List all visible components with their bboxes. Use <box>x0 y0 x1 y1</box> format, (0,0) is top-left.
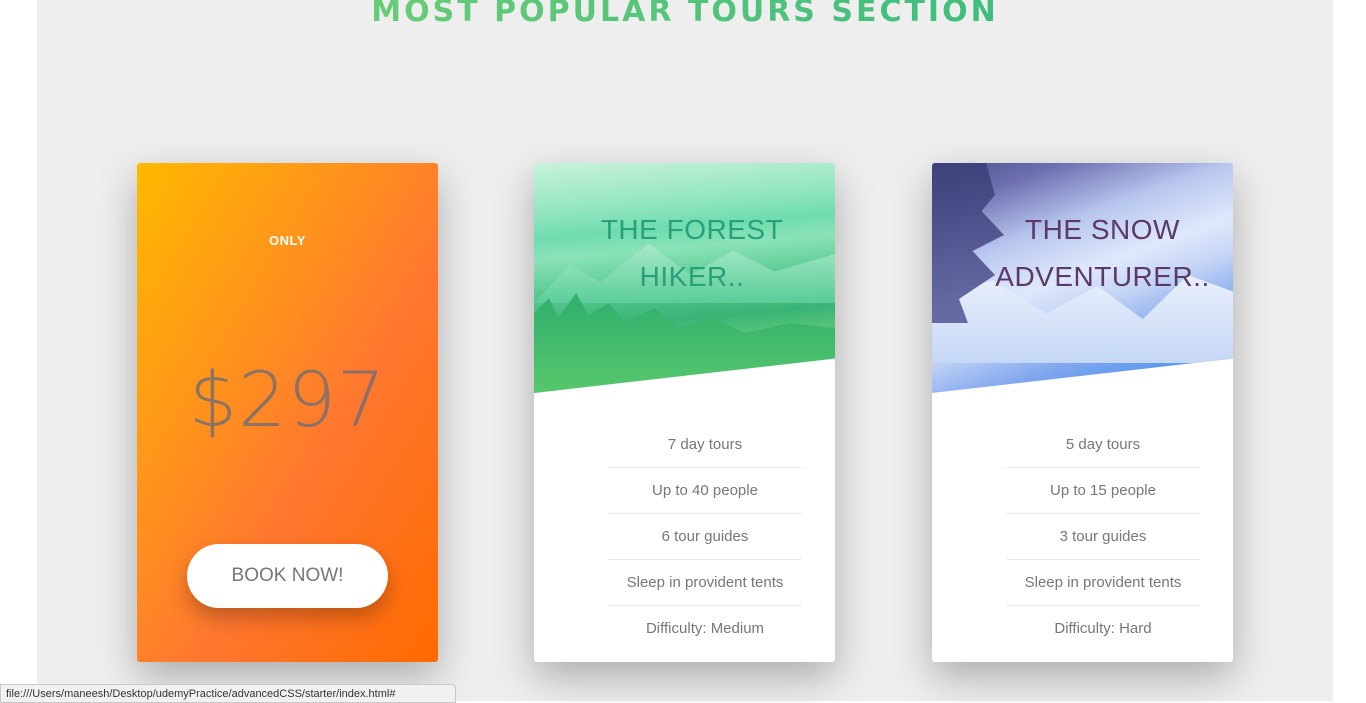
tour-title-line1: THE SNOW <box>1025 214 1180 245</box>
tour-detail-item: 6 tour guides <box>608 514 802 560</box>
book-now-button[interactable]: BOOK NOW! <box>187 544 388 608</box>
tour-detail-item: Difficulty: Hard <box>1054 620 1152 637</box>
tour-title-line1: THE FOREST <box>600 214 784 245</box>
section-heading: MOST POPULAR TOURS SECTION <box>37 0 1333 29</box>
price-only-label: ONLY <box>269 233 306 248</box>
tour-detail-item: Sleep in provident tents <box>608 560 802 606</box>
price-card: ONLY $297 BOOK NOW! <box>137 163 438 662</box>
tour-details-list: 7 day tours Up to 40 people 6 tour guide… <box>608 422 802 652</box>
tour-title-line2: ADVENTURER.. <box>995 261 1210 292</box>
browser-status-bar: file:///Users/maneesh/Desktop/udemyPract… <box>0 684 456 703</box>
tour-detail-item: 7 day tours <box>608 422 802 468</box>
tour-details-list: 5 day tours Up to 15 people 3 tour guide… <box>1006 422 1200 652</box>
tour-title-forest: THE FOREST HIKER.. <box>548 206 835 300</box>
tour-title-line2: HIKER.. <box>639 261 745 292</box>
tour-detail-item: Up to 40 people <box>608 468 802 514</box>
tour-card-snow[interactable]: THE SNOW ADVENTURER.. 5 day tours Up to … <box>932 163 1233 662</box>
tour-detail-item: 3 tour guides <box>1006 514 1200 560</box>
trees-shape <box>534 293 835 393</box>
tour-card-forest[interactable]: THE FOREST HIKER.. 7 day tours Up to 40 … <box>534 163 835 662</box>
price-value: $297 <box>188 355 387 444</box>
tour-title-snow: THE SNOW ADVENTURER.. <box>952 206 1233 300</box>
tours-section: MOST POPULAR TOURS SECTION ONLY $297 BOO… <box>37 0 1333 701</box>
tour-detail-item: Sleep in provident tents <box>1006 560 1200 606</box>
tour-detail-item: 5 day tours <box>1006 422 1200 468</box>
tour-detail-item: Up to 15 people <box>1006 468 1200 514</box>
tour-detail-item: Difficulty: Medium <box>645 620 765 637</box>
